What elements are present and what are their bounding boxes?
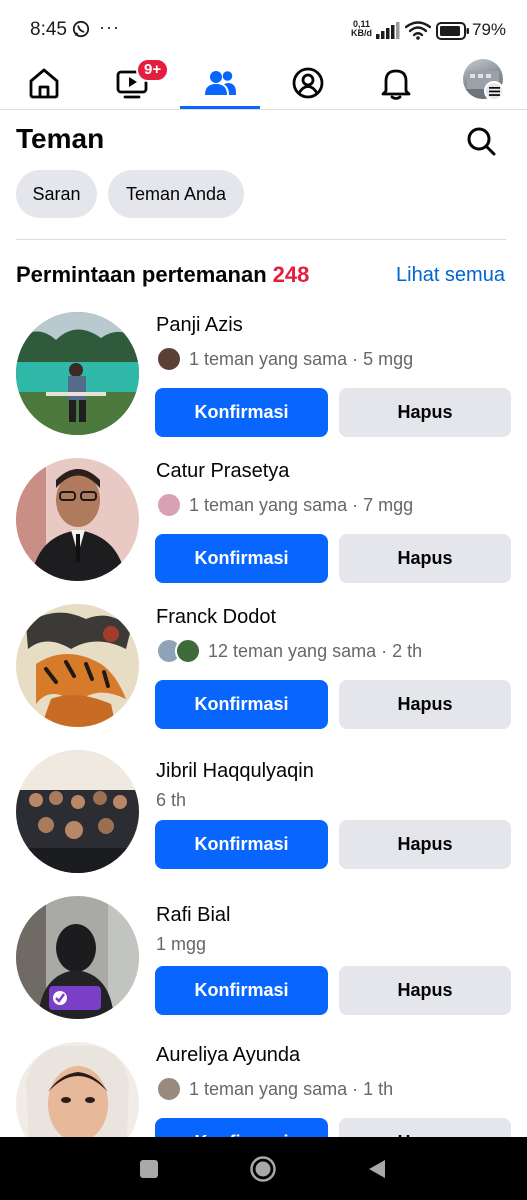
requester-meta: 1 teman yang sama · 5 mgg [156, 346, 413, 372]
requester-meta-text: 12 teman yang sama · 2 th [208, 640, 423, 661]
chip-your-friends[interactable]: Teman Anda [108, 170, 244, 218]
requester-meta-text: 1 teman yang sama · 5 mgg [189, 348, 414, 369]
bell-icon [381, 69, 411, 100]
tab-notifications[interactable] [352, 58, 440, 108]
requester-name[interactable]: Rafi Bial [156, 904, 230, 927]
home-system-button[interactable] [233, 1137, 293, 1200]
menu-icon[interactable] [484, 81, 504, 101]
delete-button[interactable]: Hapus [339, 966, 511, 1015]
list-item: Jibril Haqqulyaqin 6 th Konfirmasi Hapus [0, 738, 527, 878]
avatar-photo [16, 750, 139, 873]
section-title-text: Permintaan pertemanan [16, 262, 267, 287]
status-time: 8:45 [30, 19, 67, 40]
confirm-button[interactable]: Konfirmasi [155, 534, 328, 583]
requester-meta-text: 1 teman yang sama · 1 th [189, 1078, 394, 1099]
signal-icon [376, 22, 400, 39]
back-button[interactable] [347, 1137, 407, 1200]
tab-profile[interactable] [264, 58, 352, 108]
delete-button[interactable]: Hapus [339, 820, 511, 869]
recents-icon [140, 1159, 158, 1178]
requester-meta: 1 mgg [156, 934, 206, 955]
requester-name[interactable]: Catur Prasetya [156, 460, 289, 483]
home-icon [29, 68, 59, 99]
list-item: Catur Prasetya 1 teman yang sama · 7 mgg… [0, 446, 527, 586]
more-notifications-icon: ··· [99, 17, 120, 37]
requester-name[interactable]: Panji Azis [156, 314, 243, 337]
list-item: Franck Dodot 12 teman yang sama · 2 th K… [0, 592, 527, 732]
status-bar: 8:45 ··· 0,11 KB/d 79% [0, 0, 527, 58]
requester-name[interactable]: Jibril Haqqulyaqin [156, 760, 314, 783]
search-button[interactable] [462, 122, 500, 160]
confirm-button[interactable]: Konfirmasi [155, 820, 328, 869]
mutual-friend-avatar [156, 346, 182, 372]
back-icon [369, 1159, 385, 1178]
top-nav: 9+ [0, 58, 527, 110]
avatar-photo [16, 604, 139, 727]
requester-meta: 1 teman yang sama · 1 th [156, 1076, 393, 1102]
see-all-link[interactable]: Lihat semua [396, 264, 505, 287]
list-item: Panji Azis 1 teman yang sama · 5 mgg Kon… [0, 300, 527, 440]
avatar[interactable] [16, 604, 139, 727]
requester-meta-text: 1 teman yang sama · 7 mgg [189, 494, 414, 515]
delete-button[interactable]: Hapus [339, 680, 511, 729]
active-tab-indicator [180, 106, 260, 109]
divider [16, 239, 506, 240]
avatar-photo [16, 896, 139, 1019]
avatar[interactable] [16, 312, 139, 435]
hamburger-icon [488, 86, 500, 96]
mutual-friend-avatar [156, 492, 182, 518]
system-nav-bar [0, 1137, 527, 1200]
home-circle-icon [250, 1155, 276, 1182]
video-notification-badge: 9+ [136, 58, 170, 82]
confirm-button[interactable]: Konfirmasi [155, 966, 328, 1015]
friends-icon [205, 71, 236, 95]
requester-name[interactable]: Franck Dodot [156, 606, 276, 629]
delete-button[interactable]: Hapus [339, 388, 511, 437]
requester-meta-text: 1 mgg [156, 934, 207, 954]
chip-suggestions[interactable]: Saran [16, 170, 97, 218]
avatar[interactable] [16, 896, 139, 1019]
avatar[interactable] [16, 458, 139, 581]
search-icon [467, 127, 496, 156]
confirm-button[interactable]: Konfirmasi [155, 388, 328, 437]
whatsapp-icon [72, 20, 90, 38]
requester-meta: 12 teman yang sama · 2 th [156, 638, 422, 664]
confirm-button[interactable]: Konfirmasi [155, 680, 328, 729]
requester-name[interactable]: Aureliya Ayunda [156, 1044, 300, 1067]
tab-friends[interactable] [176, 58, 264, 108]
mutual-friend-avatar [175, 638, 201, 664]
battery-percent: 79% [472, 20, 507, 39]
requester-meta: 1 teman yang sama · 7 mgg [156, 492, 413, 518]
list-item: Rafi Bial 1 mgg Konfirmasi Hapus [0, 884, 527, 1024]
profile-icon [292, 67, 324, 99]
avatar-photo [16, 312, 139, 435]
avatar-photo [16, 458, 139, 581]
battery-icon [436, 22, 469, 40]
section-title: Permintaan pertemanan 248 [16, 262, 309, 288]
requester-meta-text: 6 th [156, 790, 187, 810]
wifi-icon [405, 21, 431, 40]
mutual-friend-avatar [156, 1076, 182, 1102]
tab-home[interactable] [0, 58, 88, 108]
avatar[interactable] [16, 750, 139, 873]
network-speed-unit: KB/d [351, 28, 372, 38]
network-speed: 0,11 KB/d [351, 20, 372, 38]
request-count: 248 [272, 262, 310, 287]
requester-meta: 6 th [156, 790, 186, 811]
page-title: Teman [16, 123, 105, 154]
delete-button[interactable]: Hapus [339, 534, 511, 583]
recents-button[interactable] [119, 1137, 179, 1200]
